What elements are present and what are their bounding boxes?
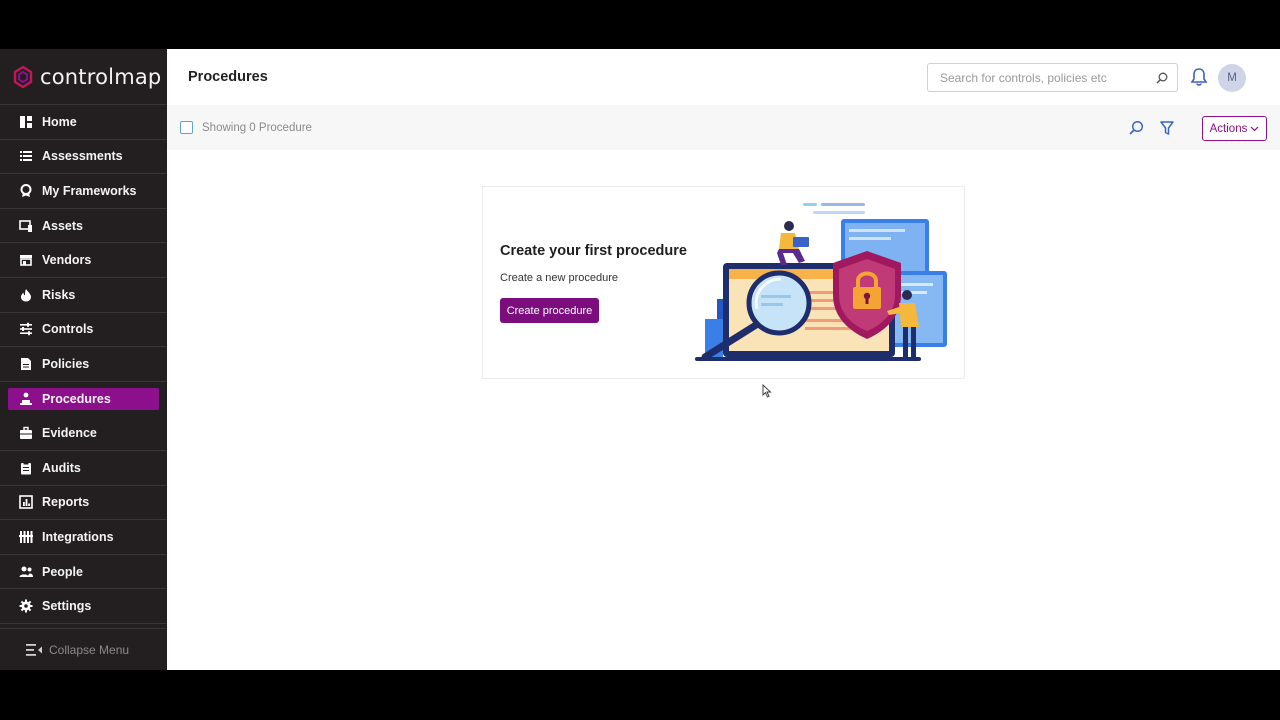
sliders-icon: [19, 322, 33, 336]
filter-icon[interactable]: [1159, 119, 1175, 137]
sidebar-item-settings[interactable]: Settings: [0, 589, 167, 624]
sidebar-item-audits[interactable]: Audits: [0, 451, 167, 486]
sidebar-item-my-frameworks[interactable]: My Frameworks: [0, 174, 167, 209]
logo[interactable]: controlmap: [0, 49, 167, 105]
result-count: Showing 0 Procedure: [202, 121, 312, 134]
flame-icon: [19, 288, 33, 302]
empty-state-title: Create your first procedure: [500, 243, 687, 259]
clipboard-icon: [19, 461, 33, 475]
sidebar-item-label: People: [42, 564, 83, 579]
sidebar-item-label: Integrations: [42, 529, 114, 544]
user-avatar[interactable]: M: [1218, 64, 1246, 92]
sidebar-item-vendors[interactable]: Vendors: [0, 243, 167, 278]
sidebar: controlmap Home Assessments My Framework…: [0, 49, 167, 670]
briefcase-icon: [19, 426, 33, 440]
sidebar-item-label: Evidence: [42, 426, 97, 441]
actions-dropdown-button[interactable]: Actions: [1202, 116, 1267, 141]
sidebar-item-risks[interactable]: Risks: [0, 278, 167, 313]
sidebar-item-label: Procedures: [42, 392, 111, 407]
sidebar-item-label: Assets: [42, 218, 83, 233]
sidebar-item-integrations[interactable]: Integrations: [0, 520, 167, 555]
collapse-menu-label: Collapse Menu: [49, 642, 130, 657]
mouse-cursor-icon: [762, 384, 772, 398]
sidebar-item-label: Controls: [42, 322, 94, 337]
home-icon: [19, 115, 33, 129]
integrations-icon: [19, 530, 33, 544]
search-input[interactable]: [928, 64, 1151, 91]
notification-bell-icon[interactable]: [1190, 67, 1208, 87]
list-icon: [19, 149, 33, 163]
sidebar-item-label: My Frameworks: [42, 183, 137, 198]
sidebar-item-label: Audits: [42, 460, 81, 475]
devices-icon: [19, 219, 33, 233]
sidebar-item-label: Home: [42, 114, 77, 129]
sidebar-item-label: Risks: [42, 287, 76, 302]
sidebar-item-label: Vendors: [42, 253, 92, 268]
list-toolbar: Showing 0 Procedure Actions: [167, 105, 1280, 150]
chart-icon: [19, 495, 33, 510]
sidebar-item-home[interactable]: Home: [0, 105, 167, 140]
controlmap-logo-icon: [13, 65, 33, 88]
sidebar-item-evidence[interactable]: Evidence: [0, 416, 167, 451]
hierarchy-icon: [19, 392, 33, 406]
badge-icon: [19, 183, 33, 198]
sidebar-nav: Home Assessments My Frameworks Assets Ve…: [0, 105, 167, 624]
search-icon[interactable]: [1127, 119, 1145, 137]
sidebar-item-label: Settings: [42, 599, 92, 614]
sidebar-item-assessments[interactable]: Assessments: [0, 140, 167, 175]
sidebar-item-assets[interactable]: Assets: [0, 209, 167, 244]
sidebar-item-policies[interactable]: Policies: [0, 347, 167, 382]
empty-state-card: Create your first procedure Create a new…: [482, 186, 965, 379]
document-icon: [19, 357, 33, 371]
sidebar-item-people[interactable]: People: [0, 555, 167, 590]
collapse-menu-button[interactable]: Collapse Menu: [0, 628, 167, 670]
app-window: controlmap Home Assessments My Framework…: [0, 49, 1280, 670]
sidebar-item-procedures[interactable]: Procedures: [0, 382, 167, 417]
sidebar-item-reports[interactable]: Reports: [0, 486, 167, 521]
empty-state-subtitle: Create a new procedure: [500, 272, 619, 284]
people-icon: [19, 565, 33, 579]
logo-text: controlmap: [40, 64, 162, 89]
sidebar-item-label: Assessments: [42, 149, 123, 164]
gear-icon: [19, 599, 33, 613]
search-icon[interactable]: [1151, 67, 1173, 89]
top-header: Procedures M: [167, 49, 1280, 105]
create-procedure-button[interactable]: Create procedure: [500, 298, 599, 323]
sidebar-item-label: Policies: [42, 356, 90, 371]
global-search: [927, 63, 1178, 92]
store-icon: [19, 253, 33, 267]
security-illustration: [695, 203, 947, 361]
collapse-menu-icon: [26, 643, 42, 656]
sidebar-item-controls[interactable]: Controls: [0, 313, 167, 348]
chevron-down-icon: [1250, 126, 1259, 131]
page-title: Procedures: [188, 69, 268, 85]
actions-label: Actions: [1209, 122, 1248, 135]
sidebar-item-label: Reports: [42, 495, 90, 510]
select-all-checkbox[interactable]: [180, 121, 193, 134]
